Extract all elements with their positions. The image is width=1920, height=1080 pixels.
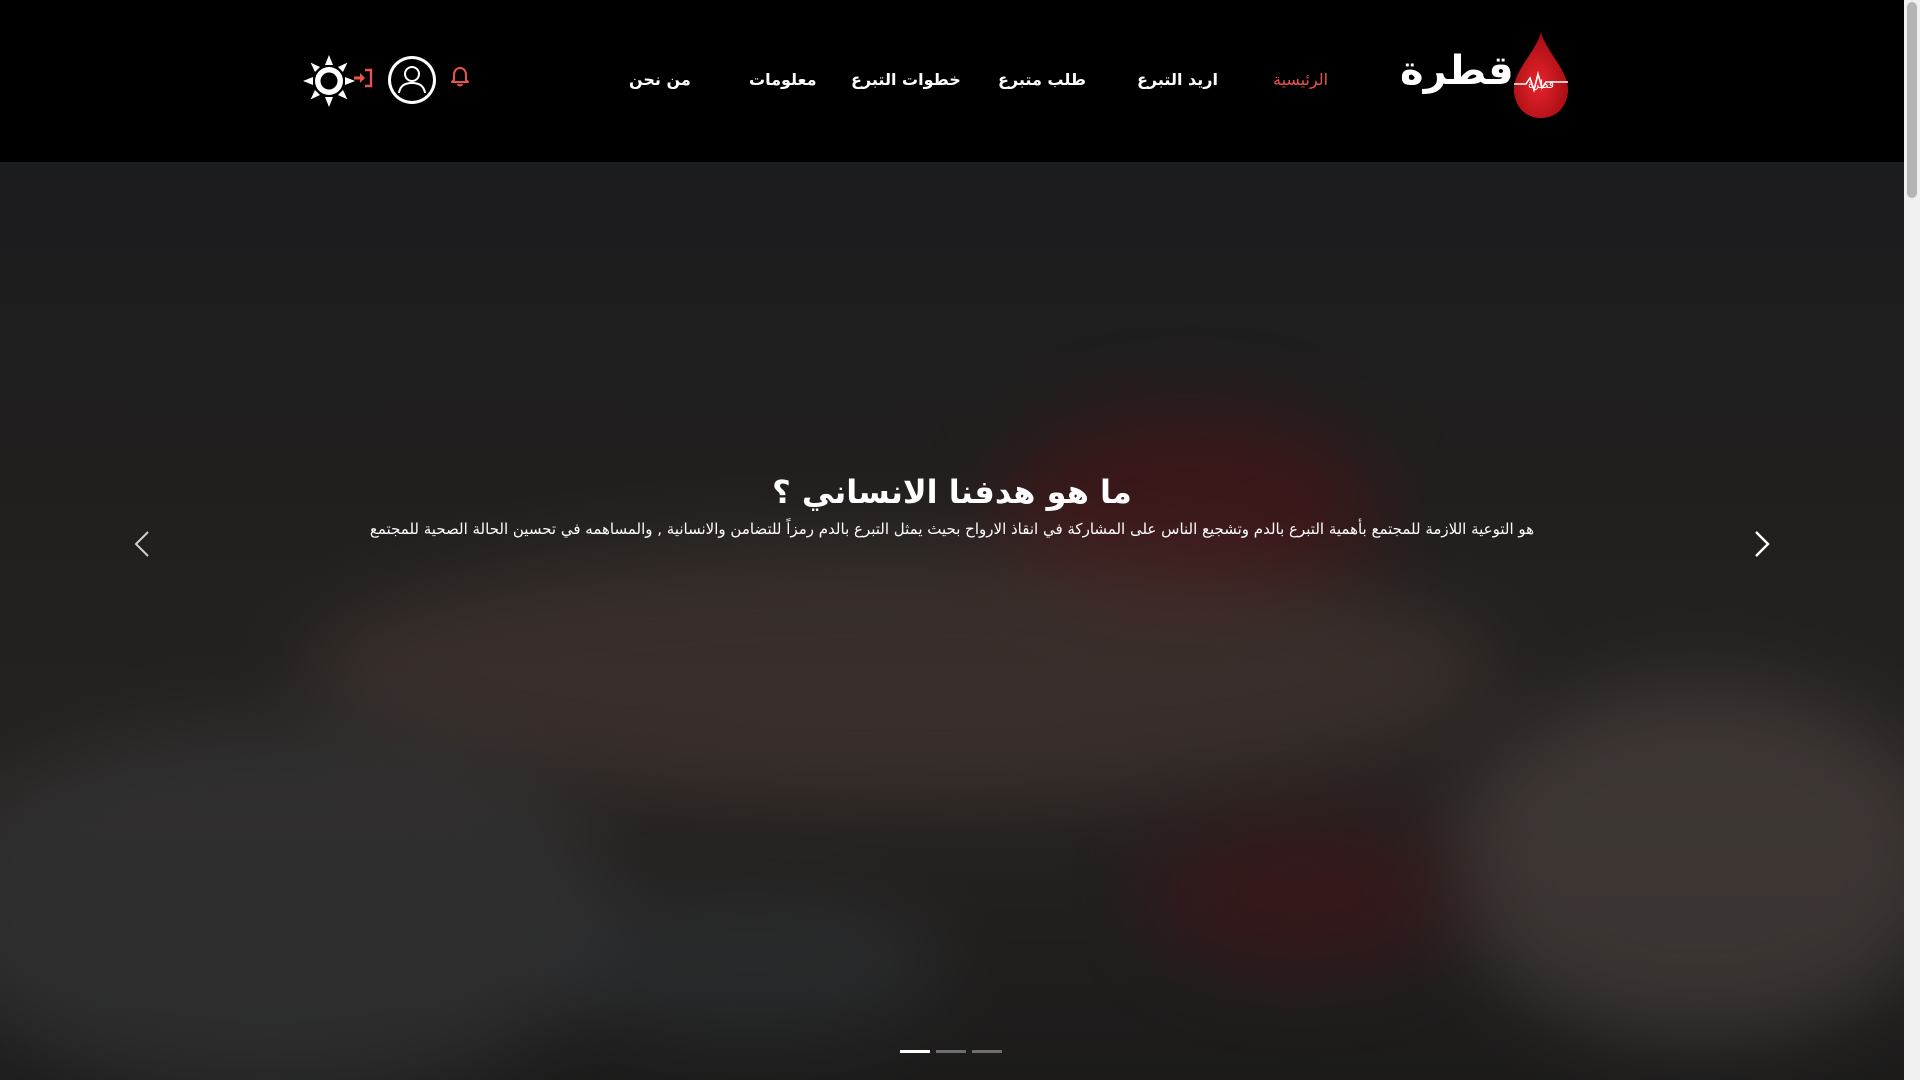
bell-icon[interactable] — [450, 66, 470, 88]
scrollbar-thumb[interactable] — [1907, 2, 1917, 198]
carousel-indicator-2[interactable] — [936, 1050, 966, 1053]
blood-drop-logo-icon: قطرة — [1513, 32, 1569, 118]
hero-dark-overlay — [0, 162, 1904, 1080]
site-header: قطرة قطرة الرئيسية اريد التبرع طلب متبرع… — [0, 0, 1904, 162]
nav-item-request-donor[interactable]: طلب متبرع — [998, 70, 1086, 89]
nav-item-donation-steps[interactable]: خطوات التبرع — [851, 70, 961, 89]
logo-text: قطرة — [1400, 48, 1514, 94]
nav-item-about-us[interactable]: من نحن — [629, 70, 691, 89]
site-logo[interactable]: قطرة قطرة — [1400, 30, 1572, 122]
hero-title: ما هو هدفنا الانساني ؟ — [772, 473, 1132, 512]
nav-item-home[interactable]: الرئيسية — [1273, 70, 1328, 89]
carousel-indicators — [900, 1050, 1002, 1053]
user-avatar-icon[interactable] — [387, 55, 437, 105]
login-icon[interactable] — [352, 67, 374, 89]
logo-drop-text: قطرة — [1528, 78, 1554, 91]
nav-item-information[interactable]: معلومات — [749, 70, 817, 89]
nav-item-want-donate[interactable]: اريد التبرع — [1137, 70, 1218, 89]
carousel-prev-arrow-icon[interactable] — [128, 524, 158, 564]
hero-carousel: ما هو هدفنا الانساني ؟ هو التوعية اللازم… — [0, 162, 1904, 1080]
page-scrollbar[interactable] — [1904, 0, 1920, 1080]
carousel-indicator-3[interactable] — [972, 1050, 1002, 1053]
carousel-indicator-1[interactable] — [900, 1050, 930, 1053]
carousel-next-arrow-icon[interactable] — [1746, 524, 1776, 564]
hero-description: هو التوعية اللازمة للمجتمع بأهمية التبرع… — [369, 520, 1535, 538]
sun-theme-icon[interactable] — [303, 55, 355, 107]
